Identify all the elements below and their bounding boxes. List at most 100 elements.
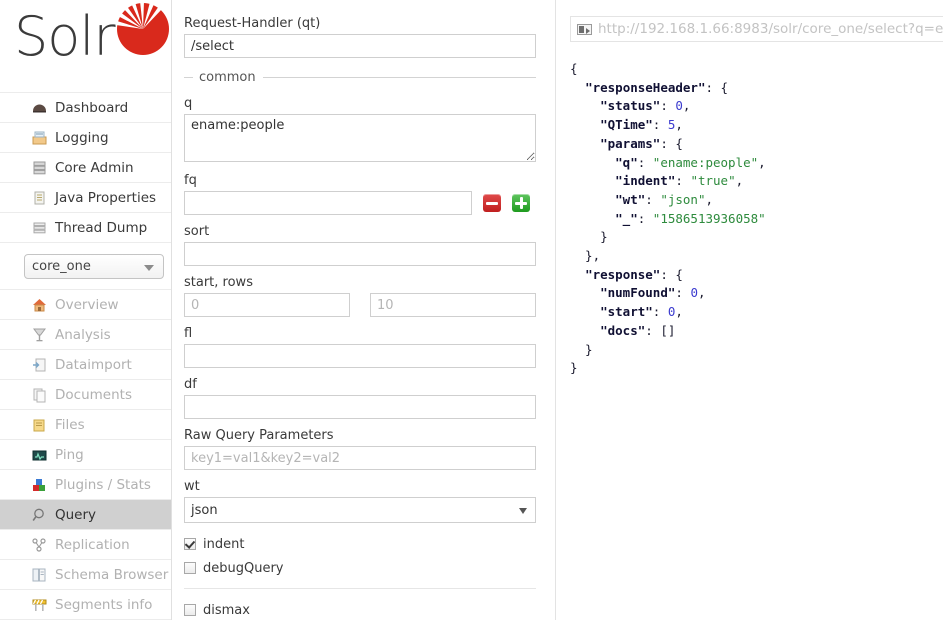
result-url-bar[interactable]: http://192.168.1.66:8983/solr/core_one/s… [570,16,943,42]
fq-label: fq [184,173,197,188]
indent-label: indent [203,536,245,552]
dismax-checkbox-row[interactable]: dismax [184,598,555,620]
fl-field: fl [184,326,555,368]
form-divider [184,588,536,589]
indent-checkbox-row[interactable]: indent [184,532,555,556]
sidebar-item-label: Core Admin [55,159,134,176]
solr-admin-app: Solr Dashboard Logging Core Admin Java P… [0,0,943,620]
request-handler-label: Request-Handler (qt) [184,16,321,31]
documents-icon [31,387,48,403]
java-properties-icon [31,190,48,206]
sidebar-item-label: Thread Dump [55,219,148,236]
sidebar-item-schema-browser[interactable]: Schema Browser [0,560,171,590]
start-rows-field: start, rows [184,275,555,317]
sidebar-item-overview[interactable]: Overview [0,290,171,320]
q-label: q [184,96,193,111]
sidebar-item-label: Segments info [55,596,153,613]
overview-icon [31,297,48,313]
sidebar-item-label: Query [55,506,97,523]
sidebar-item-ping[interactable]: Ping [0,440,171,470]
sidebar-item-dashboard[interactable]: Dashboard [0,93,171,123]
fl-input[interactable] [184,344,536,368]
sidebar-item-dataimport[interactable]: Dataimport [0,350,171,380]
sidebar-item-plugins-stats[interactable]: Plugins / Stats [0,470,171,500]
dismax-label: dismax [203,602,250,618]
replication-icon [31,537,48,553]
schema-browser-icon [31,567,48,583]
sidebar-item-label: Files [55,416,85,433]
segments-info-icon [31,597,48,613]
start-rows-label: start, rows [184,275,253,290]
fq-field: fq [184,173,555,215]
external-link-icon [577,23,592,35]
analysis-icon [31,327,48,343]
sidebar-item-label: Java Properties [55,189,157,206]
solr-sunburst-logo-icon [116,2,169,55]
result-pane: http://192.168.1.66:8983/solr/core_one/s… [556,0,943,620]
sidebar-item-label: Overview [55,296,119,313]
sidebar-item-replication[interactable]: Replication [0,530,171,560]
indent-checkbox[interactable] [184,538,196,550]
common-legend-label: common [199,70,256,85]
q-field: q ename:people [184,96,555,162]
sort-input[interactable] [184,242,536,266]
ping-icon [31,447,48,463]
raw-query-parameters-input[interactable] [184,446,536,470]
sidebar-item-label: Analysis [55,326,111,343]
sidebar-item-label: Dashboard [55,99,129,116]
sidebar-item-label: Plugins / Stats [55,476,151,493]
sort-field: sort [184,224,555,266]
dismax-checkbox[interactable] [184,604,196,616]
sidebar-item-label: Ping [55,446,84,463]
sidebar-item-query[interactable]: Query [0,500,171,530]
core-selector-wrap: core_one [0,243,171,289]
logging-icon [31,130,48,146]
rows-input[interactable] [370,293,536,317]
core-selector[interactable]: core_one [24,254,164,279]
response-json-view: { "responseHeader": { "status": 0, "QTim… [570,61,766,376]
sort-label: sort [184,224,210,239]
df-input[interactable] [184,395,536,419]
fl-label: fl [184,326,193,341]
sidebar-item-analysis[interactable]: Analysis [0,320,171,350]
sidebar-item-segments-info[interactable]: Segments info [0,590,171,620]
q-input[interactable]: ename:people [184,114,536,162]
core-nav: Overview Analysis Dataimport Documents F… [0,289,171,620]
wt-field: wt json [184,479,555,523]
brand-logo-area[interactable]: Solr [0,0,171,92]
request-handler-field: Request-Handler (qt) [184,16,555,58]
debugquery-label: debugQuery [203,560,284,576]
sidebar-item-logging[interactable]: Logging [0,123,171,153]
request-handler-input[interactable] [184,34,536,58]
chevron-down-icon [144,265,154,271]
dashboard-icon [31,100,48,116]
chevron-down-icon [519,508,527,514]
sidebar-item-java-properties[interactable]: Java Properties [0,183,171,213]
sidebar-item-thread-dump[interactable]: Thread Dump [0,213,171,243]
sidebar-item-label: Logging [55,129,109,146]
wt-label: wt [184,479,200,494]
wt-select[interactable]: json [184,497,536,523]
raw-query-parameters-field: Raw Query Parameters [184,428,555,470]
fq-input[interactable] [184,191,472,215]
sidebar-item-label: Schema Browser [55,566,169,583]
sidebar-item-core-admin[interactable]: Core Admin [0,153,171,183]
debugquery-checkbox[interactable] [184,562,196,574]
fq-remove-button[interactable] [483,194,501,212]
sidebar-item-files[interactable]: Files [0,410,171,440]
sidebar-item-documents[interactable]: Documents [0,380,171,410]
core-admin-icon [31,160,48,176]
global-nav: Dashboard Logging Core Admin Java Proper… [0,92,171,243]
core-selector-value: core_one [32,259,91,274]
sidebar-item-label: Dataimport [55,356,132,373]
sidebar-item-label: Replication [55,536,130,553]
df-label: df [184,377,197,392]
dataimport-icon [31,357,48,373]
debugquery-checkbox-row[interactable]: debugQuery [184,556,555,580]
sidebar-item-label: Documents [55,386,132,403]
plugins-stats-icon [31,477,48,493]
fq-add-button[interactable] [512,194,530,212]
raw-query-parameters-label: Raw Query Parameters [184,428,334,443]
brand-name: Solr [14,5,116,68]
start-input[interactable] [184,293,350,317]
